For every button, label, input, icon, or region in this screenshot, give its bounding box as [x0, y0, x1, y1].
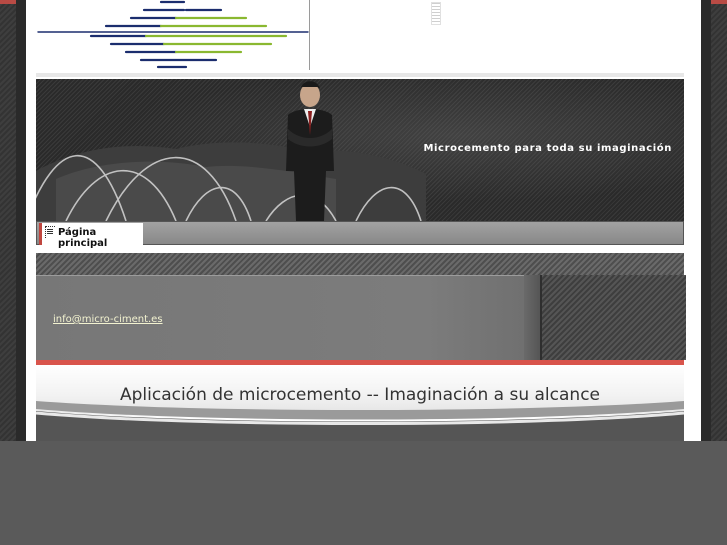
- section-header-strip: [36, 253, 684, 275]
- email-link[interactable]: info@micro-ciment.es: [53, 314, 163, 325]
- panel-separator: [524, 275, 540, 360]
- page-title: Aplicación de microcemento -- Imaginació…: [119, 385, 600, 405]
- nav-item-pagina-principal[interactable]: Página principal: [39, 223, 143, 249]
- banner-tagline: Microcemento para toda su imaginación: [423, 143, 672, 154]
- striped-diamond-logo-icon: [37, 0, 309, 69]
- contact-panel: info@micro-ciment.es: [36, 275, 524, 361]
- page-content: Microcemento para toda su imaginación Pá…: [26, 0, 701, 441]
- nav-item-label: Página principal: [58, 227, 108, 249]
- main-navigation: Página principal: [36, 221, 684, 249]
- heading-band: Aplicación de microcemento -- Imaginació…: [36, 365, 684, 441]
- page-background-left: [0, 4, 16, 441]
- top-scrollbar[interactable]: [431, 2, 441, 25]
- page-background-right: [711, 4, 727, 441]
- page-frame: Microcemento para toda su imaginación Pá…: [16, 0, 711, 441]
- businessman-figure: [286, 81, 334, 221]
- header-divider: [36, 73, 684, 77]
- document-icon: [45, 226, 55, 238]
- hero-banner: Microcemento para toda su imaginación: [36, 79, 684, 221]
- side-panel: [540, 275, 686, 360]
- site-logo[interactable]: [36, 0, 310, 70]
